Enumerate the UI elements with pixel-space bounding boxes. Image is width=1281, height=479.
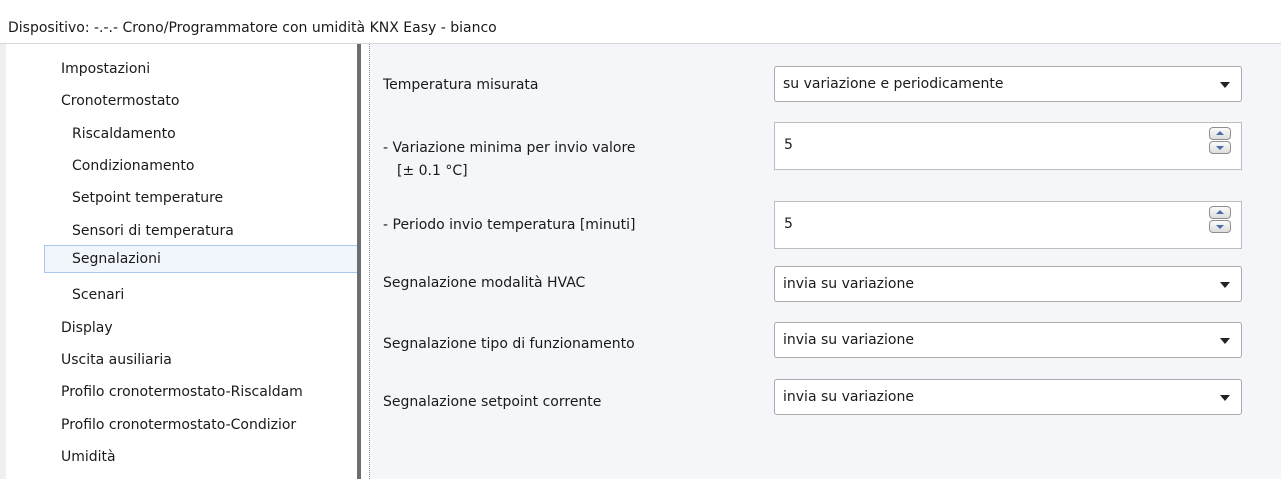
tree-item-setpoint-temperature[interactable]: Setpoint temperature: [72, 185, 223, 213]
arrow-up-icon: [1216, 131, 1224, 135]
tree-item-display[interactable]: Display: [61, 315, 113, 343]
temp-measured-dropdown[interactable]: su variazione e periodicamente: [774, 66, 1242, 102]
hvac-mode-label: Segnalazione modalità HVAC: [383, 275, 586, 291]
current-setpoint-dropdown[interactable]: invia su variazione: [774, 379, 1242, 415]
temp-measured-value: su variazione e periodicamente: [783, 76, 1004, 92]
panel-splitter[interactable]: [357, 44, 361, 479]
tree-item-cronotermostato[interactable]: Cronotermostato: [61, 88, 179, 116]
min-variation-spinbox[interactable]: 5: [774, 122, 1242, 170]
tree-item-condizionamento[interactable]: Condizionamento: [72, 153, 194, 181]
operation-type-label: Segnalazione tipo di funzionamento: [383, 336, 635, 352]
chevron-down-icon: [1220, 282, 1230, 288]
tree-item-profilo-condizionamento[interactable]: Profilo cronotermostato-Condizior: [61, 412, 296, 440]
operation-type-dropdown[interactable]: invia su variazione: [774, 322, 1242, 358]
tree-item-profilo-riscaldamento[interactable]: Profilo cronotermostato-Riscaldam: [61, 379, 303, 407]
min-variation-value: 5: [784, 137, 793, 153]
tree-item-sensori-di-temperatura[interactable]: Sensori di temperatura: [72, 218, 234, 246]
arrow-down-icon: [1216, 225, 1224, 229]
navigation-tree: Impostazioni Cronotermostato Riscaldamen…: [0, 44, 358, 479]
period-spinbox[interactable]: 5: [774, 201, 1242, 249]
min-variation-label: - Variazione minima per invio valore: [383, 140, 636, 156]
window-title: Dispositivo: -.-.- Crono/Programmatore c…: [8, 20, 497, 36]
arrow-up-icon: [1216, 210, 1224, 214]
tree-item-umidita[interactable]: Umidità: [61, 444, 116, 472]
chevron-down-icon: [1220, 338, 1230, 344]
tree-item-uscita-ausiliaria[interactable]: Uscita ausiliaria: [61, 347, 172, 375]
spin-up-button[interactable]: [1209, 206, 1231, 219]
hvac-mode-dropdown[interactable]: invia su variazione: [774, 266, 1242, 302]
tree-item-impostazioni[interactable]: Impostazioni: [61, 56, 150, 84]
current-setpoint-value: invia su variazione: [783, 389, 914, 405]
tree-item-scenari[interactable]: Scenari: [72, 282, 124, 310]
temp-measured-label: Temperatura misurata: [383, 77, 539, 93]
current-setpoint-label: Segnalazione setpoint corrente: [383, 394, 602, 410]
arrow-down-icon: [1216, 146, 1224, 150]
operation-type-value: invia su variazione: [783, 332, 914, 348]
period-value: 5: [784, 216, 793, 232]
spin-up-button[interactable]: [1209, 127, 1231, 140]
spin-down-button[interactable]: [1209, 141, 1231, 154]
title-bar: Dispositivo: -.-.- Crono/Programmatore c…: [0, 0, 1281, 44]
chevron-down-icon: [1220, 395, 1230, 401]
spin-down-button[interactable]: [1209, 220, 1231, 233]
min-variation-unit-label: [± 0.1 °C]: [397, 163, 468, 179]
tree-item-segnalazioni[interactable]: Segnalazioni: [44, 245, 358, 273]
tree-item-riscaldamento[interactable]: Riscaldamento: [72, 121, 176, 149]
chevron-down-icon: [1220, 82, 1230, 88]
period-label: - Periodo invio temperatura [minuti]: [383, 217, 636, 233]
hvac-mode-value: invia su variazione: [783, 276, 914, 292]
